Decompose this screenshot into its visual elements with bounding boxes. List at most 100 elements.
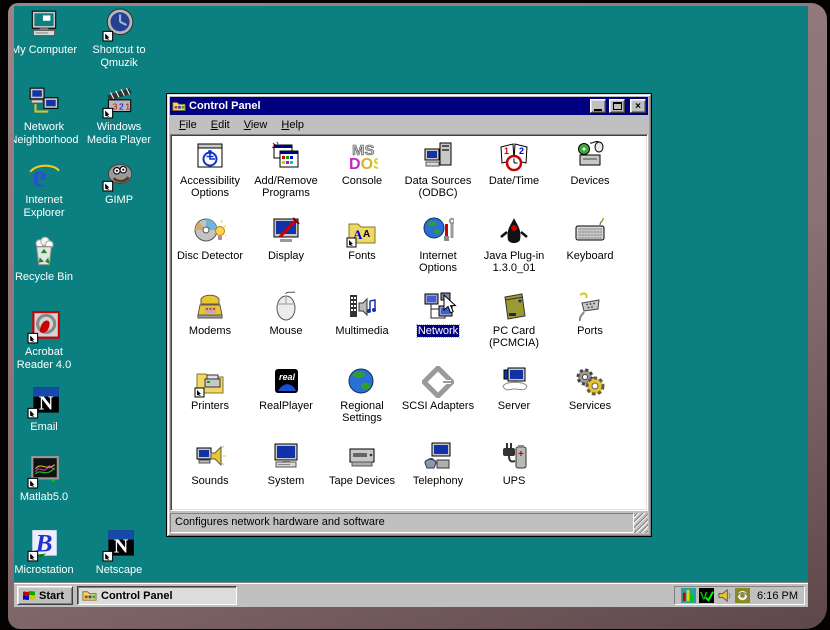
- internet-explorer-icon: e: [27, 158, 61, 192]
- desktop-icon-acrobat-reader-4-0[interactable]: Acrobat Reader 4.0: [14, 310, 80, 372]
- cp-item-accessibility-options[interactable]: Accessibility Options: [172, 139, 248, 214]
- regional-settings-icon: [346, 366, 378, 398]
- close-button[interactable]: ×: [630, 99, 646, 113]
- cp-item-telephony[interactable]: Telephony: [400, 439, 476, 511]
- cp-item-keyboard[interactable]: Keyboard: [552, 214, 628, 289]
- modems-icon: [194, 291, 226, 323]
- title-bar[interactable]: Control Panel ×: [170, 97, 648, 115]
- cp-item-network[interactable]: Network: [400, 289, 476, 364]
- desktop-icon-label: Shortcut to Qmuzik: [83, 44, 155, 70]
- control-panel-folder-icon: [172, 99, 186, 113]
- maximize-button[interactable]: [609, 99, 625, 113]
- cp-item-label: Disc Detector: [172, 250, 248, 262]
- resource-meter-tray-icon[interactable]: [681, 588, 696, 603]
- resize-grip[interactable]: [634, 513, 648, 533]
- internet-options-icon: [422, 216, 454, 248]
- cp-item-java-plug-in-1-3-0-01[interactable]: Java Plug-in 1.3.0_01: [476, 214, 552, 289]
- cp-item-display[interactable]: Display: [248, 214, 324, 289]
- minimize-button[interactable]: [590, 99, 606, 113]
- cp-item-sounds[interactable]: Sounds: [172, 439, 248, 511]
- cp-item-label: SCSI Adapters: [400, 400, 476, 412]
- virus-shield-tray-icon[interactable]: V: [699, 588, 714, 603]
- cp-item-tape-devices[interactable]: Tape Devices: [324, 439, 400, 511]
- clock[interactable]: 6:16 PM: [757, 590, 798, 602]
- cp-item-regional-settings[interactable]: Regional Settings: [324, 364, 400, 439]
- cp-item-multimedia[interactable]: Multimedia: [324, 289, 400, 364]
- cp-item-label: Accessibility Options: [172, 175, 248, 199]
- cp-item-label: Data Sources (ODBC): [400, 175, 476, 199]
- desktop-icon-gimp[interactable]: GIMP: [83, 158, 155, 207]
- cp-item-label: RealPlayer: [248, 400, 324, 412]
- svg-text:3: 3: [113, 101, 118, 111]
- cp-item-label: Console: [324, 175, 400, 187]
- cp-item-console[interactable]: MSDOSConsole: [324, 139, 400, 214]
- mouse-icon: [270, 291, 302, 323]
- icon-view: Accessibility OptionsAdd/Remove Programs…: [170, 134, 648, 511]
- desktop-icon-windows-media-player[interactable]: 321Windows Media Player: [83, 85, 155, 147]
- status-bar: Configures network hardware and software: [170, 513, 648, 533]
- cp-item-label: Modems: [172, 325, 248, 337]
- windows-flag-icon: [21, 588, 37, 604]
- desktop-icon-network-neighborhood[interactable]: Network Neighborhood: [14, 85, 80, 147]
- desktop-icon-internet-explorer[interactable]: eInternet Explorer: [14, 158, 80, 220]
- desktop-icon-recycle-bin[interactable]: Recycle Bin: [14, 235, 80, 284]
- cp-item-system[interactable]: System: [248, 439, 324, 511]
- cp-item-modems[interactable]: Modems: [172, 289, 248, 364]
- system-icon: [270, 441, 302, 473]
- task-button-control-panel[interactable]: Control Panel: [77, 586, 237, 605]
- desktop-icon-label: My Computer: [14, 44, 80, 57]
- cp-item-internet-options[interactable]: Internet Options: [400, 214, 476, 289]
- netscape-icon: N: [27, 385, 61, 419]
- cp-item-ups[interactable]: +UPS: [476, 439, 552, 511]
- sounds-icon: [194, 441, 226, 473]
- display-adapter-tray-icon[interactable]: [735, 588, 750, 603]
- desktop-icon-matlab5-0[interactable]: Matlab5.0: [14, 455, 80, 504]
- cp-item-label: Sounds: [172, 475, 248, 487]
- desktop-icon-label: Netscape: [83, 564, 155, 577]
- display-icon: [270, 216, 302, 248]
- menu-file[interactable]: File: [172, 117, 204, 133]
- start-label: Start: [39, 590, 64, 602]
- menu-view[interactable]: View: [237, 117, 275, 133]
- start-button[interactable]: Start: [17, 586, 73, 605]
- svg-text:+: +: [518, 449, 524, 460]
- cp-item-label: Mouse: [248, 325, 324, 337]
- cp-item-devices[interactable]: Devices: [552, 139, 628, 214]
- desktop-icon-label: Network Neighborhood: [14, 121, 80, 147]
- cp-item-scsi-adapters[interactable]: SCSI Adapters: [400, 364, 476, 439]
- svg-text:2: 2: [519, 146, 524, 156]
- cp-item-printers[interactable]: Printers: [172, 364, 248, 439]
- desktop-icon-shortcut-to-qmuzik[interactable]: Shortcut to Qmuzik: [83, 8, 155, 70]
- menu-help[interactable]: Help: [274, 117, 311, 133]
- cp-item-add-remove-programs[interactable]: Add/Remove Programs: [248, 139, 324, 214]
- acrobat-reader-icon: [27, 310, 61, 344]
- cp-item-ports[interactable]: Ports: [552, 289, 628, 364]
- volume-tray-icon[interactable]: [717, 588, 732, 603]
- cp-item-server[interactable]: Server: [476, 364, 552, 439]
- cp-item-label: Network: [400, 325, 476, 337]
- cp-item-services[interactable]: Services: [552, 364, 628, 439]
- menu-edit[interactable]: Edit: [204, 117, 237, 133]
- cp-item-fonts[interactable]: AAFonts: [324, 214, 400, 289]
- desktop-icon-netscape[interactable]: N Netscape: [83, 528, 155, 577]
- cp-item-data-sources-odbc-[interactable]: Data Sources (ODBC): [400, 139, 476, 214]
- desktop-icon-label: Email: [14, 421, 80, 434]
- cp-item-pc-card-pcmcia-[interactable]: PC Card (PCMCIA): [476, 289, 552, 364]
- cp-item-date-time[interactable]: 12Date/Time: [476, 139, 552, 214]
- netscape-icon: N: [102, 528, 136, 562]
- pc-card-icon: [498, 291, 530, 323]
- fonts-icon: AA: [346, 216, 378, 248]
- cp-item-realplayer[interactable]: realRealPlayer: [248, 364, 324, 439]
- cp-item-mouse[interactable]: Mouse: [248, 289, 324, 364]
- scsi-adapters-icon: [422, 366, 454, 398]
- cp-item-disc-detector[interactable]: Disc Detector: [172, 214, 248, 289]
- recycle-bin-icon: [27, 235, 61, 269]
- svg-text:2: 2: [119, 101, 124, 111]
- desktop-icon-microstation[interactable]: BMicrostation: [14, 528, 80, 577]
- multimedia-icon: [346, 291, 378, 323]
- desktop-icon-my-computer[interactable]: My Computer: [14, 8, 80, 57]
- svg-text:DOS: DOS: [349, 156, 378, 173]
- desktop-icon-email[interactable]: N Email: [14, 385, 80, 434]
- status-text: Configures network hardware and software: [170, 513, 634, 533]
- cp-item-label: Display: [248, 250, 324, 262]
